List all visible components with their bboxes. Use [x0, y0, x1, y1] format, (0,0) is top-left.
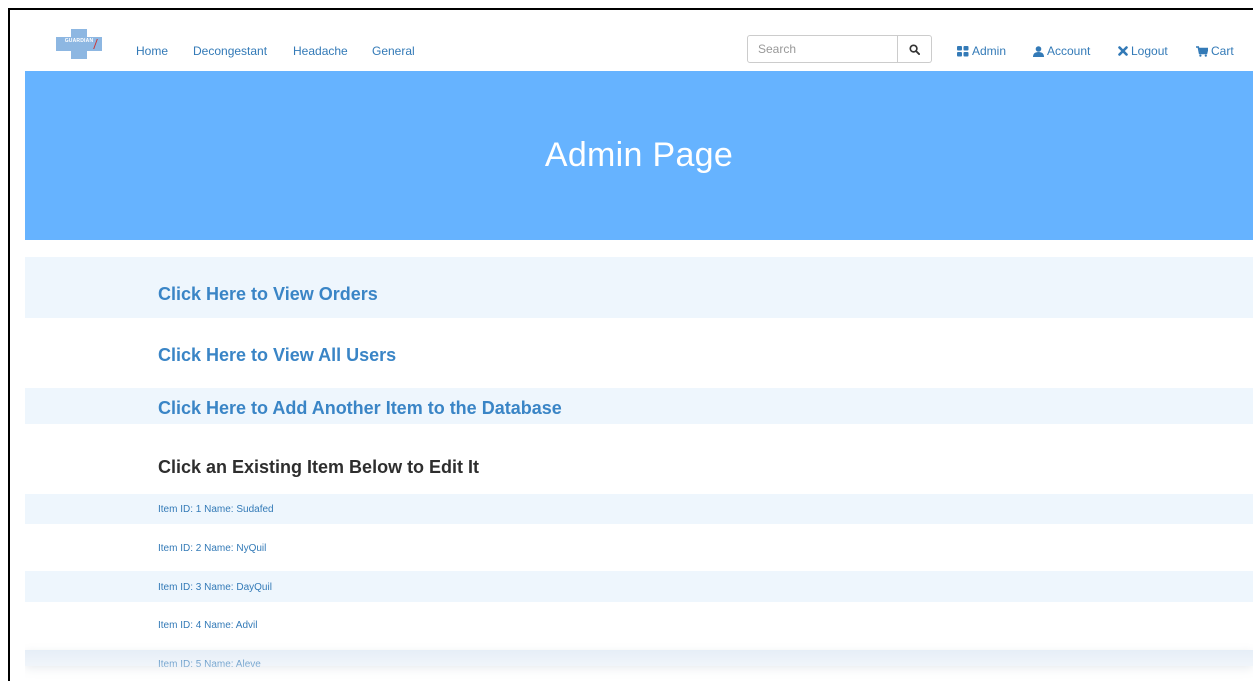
nav-headache-link[interactable]: Headache [293, 44, 348, 58]
admin-label: Admin [972, 44, 1007, 58]
nav-home-link[interactable]: Home [136, 44, 168, 58]
logout-label: Logout [1131, 44, 1168, 58]
user-icon [1033, 45, 1044, 57]
item-link-5[interactable]: Item ID: 5 Name: Aleve [158, 659, 261, 670]
admin-nav-link[interactable]: Admin [957, 44, 1006, 58]
search-form [747, 35, 932, 63]
nav-general-link[interactable]: General [372, 44, 415, 58]
top-navbar: GUARDIAN Home Decongestant Headache Gene… [25, 10, 1253, 71]
close-icon [1118, 46, 1128, 56]
search-icon [909, 43, 920, 55]
logout-nav-link[interactable]: Logout [1118, 44, 1168, 58]
add-item-link[interactable]: Click Here to Add Another Item to the Da… [158, 398, 562, 419]
item-link-1[interactable]: Item ID: 1 Name: Sudafed [158, 504, 274, 515]
view-users-link[interactable]: Click Here to View All Users [158, 345, 396, 366]
item-link-4[interactable]: Item ID: 4 Name: Advil [158, 620, 257, 631]
search-input[interactable] [747, 35, 898, 63]
nav-decongestant-link[interactable]: Decongestant [193, 44, 267, 58]
page-container: GUARDIAN Home Decongestant Headache Gene… [25, 10, 1253, 681]
medical-cross-logo[interactable]: GUARDIAN [56, 29, 102, 59]
item-link-3[interactable]: Item ID: 3 Name: DayQuil [158, 582, 272, 593]
cart-nav-link[interactable]: Cart [1196, 44, 1234, 58]
item-link-2[interactable]: Item ID: 2 Name: NyQuil [158, 543, 266, 554]
account-label: Account [1047, 44, 1091, 58]
page-title: Admin Page [544, 136, 734, 174]
view-orders-link[interactable]: Click Here to View Orders [158, 284, 378, 305]
search-button[interactable] [898, 35, 932, 63]
account-nav-link[interactable]: Account [1033, 44, 1090, 58]
edit-section-title: Click an Existing Item Below to Edit It [158, 457, 480, 477]
cart-icon [1196, 45, 1208, 57]
jumbotron-banner: Admin Page [25, 71, 1253, 240]
dashboard-icon [957, 45, 969, 56]
browser-viewport: GUARDIAN Home Decongestant Headache Gene… [8, 8, 1253, 681]
cart-label: Cart [1211, 44, 1234, 58]
